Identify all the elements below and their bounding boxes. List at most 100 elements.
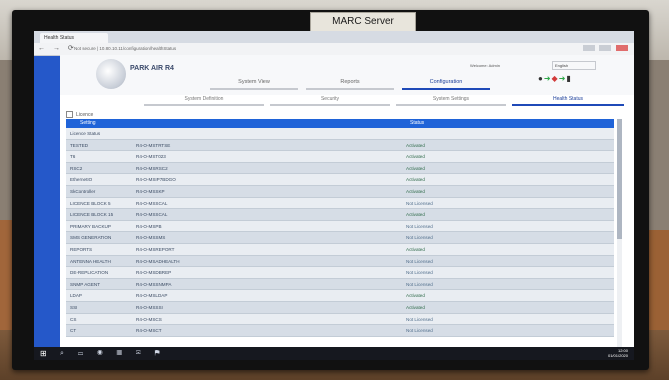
row-name: LICENCE BLOCK 15 (70, 212, 114, 218)
browser-tab[interactable]: Health Status (40, 33, 108, 43)
table-row[interactable]: SMS GENERATION R4-O-MSSMS Not Licensed (66, 232, 614, 244)
screen: Health Status ← → ⟳ Not secure | 10.80.1… (34, 31, 634, 360)
row-code: R4-O-MSSSI (136, 304, 163, 310)
table-row[interactable]: DE-REPLICATION R4-O-MSDBREP Not Licensed (66, 267, 614, 279)
start-icon[interactable]: ⊞ (40, 349, 47, 358)
row-name: PRIMARY BACKUP (70, 223, 111, 229)
row-name: SkController (70, 188, 96, 194)
row-name: CT (70, 328, 77, 334)
checkbox-icon[interactable] (66, 111, 73, 118)
row-code: R4-O-MSSCAL (136, 212, 168, 218)
alarm-icon[interactable]: ◆ (552, 74, 559, 83)
table-row[interactable]: SNMP AGENT R4-O-MSSNMPA Not Licensed (66, 278, 614, 291)
row-status: Activated (406, 212, 425, 218)
table-row[interactable]: LICENCE BLOCK 5 R4-O-MSSCAL Not Licensed (66, 197, 614, 210)
row-status: Activated (406, 154, 425, 160)
scrollbar[interactable] (617, 119, 622, 347)
row-status: Not Licensed (406, 270, 433, 276)
content-area: Licence Setting Status Licence Status TE… (66, 111, 622, 347)
arrow-right-icon[interactable]: ➜ (544, 74, 552, 83)
row-status: Not Licensed (406, 281, 433, 287)
row-status: Activated (406, 293, 425, 299)
close-icon[interactable] (616, 45, 628, 51)
minimize-icon[interactable] (582, 45, 595, 51)
row-name: CS (70, 316, 77, 322)
row-status: Not Licensed (406, 223, 433, 229)
header-setting: Setting (80, 120, 96, 126)
row-name: TESTED (70, 142, 89, 148)
table-row[interactable]: RSC2 R4-O-MSRSC2 Activated (66, 162, 614, 175)
row-code: R4-O-MST023 (136, 154, 166, 160)
row-code: R4-O-MSSKP (136, 188, 165, 194)
taskbar-clock: 12:00 01/01/2020 (608, 348, 628, 358)
row-status: Not Licensed (406, 200, 433, 206)
table-row[interactable]: PRIMARY BACKUP R4-O-MSPB Not Licensed (66, 220, 614, 233)
taskbar: ⊞ ⌕ ▭ ◉ ▦ ✉ ⚑ 12:00 01/01/2020 (34, 347, 634, 360)
row-code: R4-O-MSTRTSE (136, 142, 171, 148)
tab-health-status[interactable]: Health Status (512, 95, 624, 106)
table-row[interactable]: SSI R4-O-MSSSI Activated (66, 301, 614, 314)
tab-system-definition[interactable]: System Definition (144, 95, 264, 106)
table-row[interactable]: ANTENNA HEALTH R4-O-MSADHEALTH Not License… (66, 255, 614, 268)
lock-icon[interactable]: ▮ (566, 74, 571, 83)
row-status: Not Licensed (406, 235, 433, 241)
row-status: Not Licensed (406, 258, 433, 264)
row-name: ANTENNA HEALTH (70, 258, 111, 264)
nav-arrows-icon[interactable]: ← → ⟳ (38, 43, 77, 55)
row-name: LICENCE BLOCK 5 (70, 200, 111, 206)
clock-date: 01/01/2020 (607, 353, 628, 358)
table-row[interactable]: TESTED R4-O-MSTRTSE Activated (66, 139, 614, 152)
row-code: R4-O-MSDBREP (136, 270, 172, 276)
table-row[interactable]: T6 R4-O-MST023 Activated (66, 151, 614, 163)
table-row[interactable]: EthernetIO R4-O-MSIP7BDGO Activated (66, 174, 614, 186)
row-status: Activated (406, 165, 425, 171)
table-row[interactable]: LICENCE BLOCK 15 R4-O-MSSCAL Activated (66, 209, 614, 221)
header-status: Status (410, 120, 425, 126)
row-code: R4-O-MSCS (136, 316, 162, 322)
section-label: Licence Status (70, 131, 101, 136)
language-select[interactable]: English (552, 61, 596, 70)
tab-system-settings[interactable]: System Settings (396, 95, 506, 106)
row-name: LDAP (70, 293, 83, 299)
row-name: SMS GENERATION (70, 235, 112, 241)
browser-tabbar: Health Status (34, 31, 634, 43)
row-name: EthernetIO (70, 177, 93, 183)
table-row[interactable]: CS R4-O-MSCS Not Licensed (66, 313, 614, 326)
main-nav-reports[interactable]: Reports (306, 78, 394, 90)
sub-nav: System Definition Security System Settin… (60, 95, 634, 106)
row-status: Activated (406, 177, 425, 183)
logo-icon (96, 59, 126, 89)
tab-security[interactable]: Security (270, 95, 390, 106)
row-code: R4-O-MSPB (136, 223, 162, 229)
row-code: R4-O-MSLDAP (136, 293, 168, 299)
table-row[interactable]: LDAP R4-O-MSLDAP Activated (66, 290, 614, 302)
scroll-thumb[interactable] (617, 119, 622, 239)
row-code: R4-O-MSSNMPA (136, 281, 172, 287)
row-status: Activated (406, 246, 425, 252)
table-row[interactable]: SkController R4-O-MSSKP Activated (66, 185, 614, 198)
checkbox-label: Licence (76, 111, 94, 118)
table-row[interactable]: REPORTS R4-O-MSREPORT Activated (66, 243, 614, 256)
taskbar-app-icons[interactable]: ⌕ ▭ ◉ ▦ ✉ ⚑ (60, 349, 166, 358)
table-header: Setting Status (66, 119, 614, 128)
row-status: Activated (406, 142, 425, 148)
main-nav: System View Reports Configuration (210, 78, 510, 90)
table-row[interactable]: CT R4-O-MSCT Not Licensed (66, 325, 614, 337)
row-name: RSC2 (70, 165, 83, 171)
maximize-icon[interactable] (599, 45, 612, 51)
row-code: R4-O-MSCT (136, 328, 162, 334)
main-nav-configuration[interactable]: Configuration (402, 78, 490, 90)
app-header: PARK AIR R4 System View Reports Configur… (60, 55, 634, 95)
url-field[interactable]: Not secure | 10.80.10.11/configuration/h… (74, 45, 554, 53)
row-code: R4-O-MSSMS (136, 235, 166, 241)
licence-checkbox-row[interactable]: Licence (66, 111, 93, 118)
row-code: R4-O-MSREPORT (136, 246, 175, 252)
row-code: R4-O-MSRSC2 (136, 165, 168, 171)
row-name: SNMP AGENT (70, 281, 101, 287)
main-nav-system-view[interactable]: System View (210, 78, 298, 90)
row-code: R4-O-MSIP7BDGO (136, 177, 176, 183)
table-section-row: Licence Status (66, 128, 614, 140)
row-status: Not Licensed (406, 328, 433, 334)
row-status: Activated (406, 304, 425, 310)
welcome-text: Welcome: Admin (470, 63, 500, 68)
